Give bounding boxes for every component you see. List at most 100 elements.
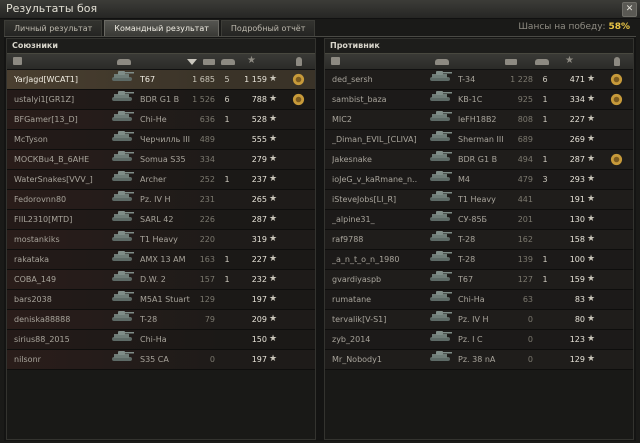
player-name: BFGamer[13_D] [14, 115, 78, 124]
damage-value: 162 [517, 235, 533, 244]
vehicle-column-icon[interactable] [117, 59, 131, 65]
vehicle-name: Chi-Ha [458, 295, 485, 304]
xp-value: 197 [251, 355, 267, 364]
xp-star-icon: ★ [587, 134, 596, 144]
medal-icon[interactable] [610, 73, 623, 86]
xp-value: 232 [251, 275, 267, 284]
vehicle-icon [110, 70, 134, 82]
xp-value: 191 [569, 195, 585, 204]
vehicle-icon [110, 230, 134, 242]
player-row[interactable]: gvardiyaspb T67 127 1 159 ★ [325, 270, 633, 290]
xp-value: 265 [251, 195, 267, 204]
player-row[interactable]: ioJeG_v_kaRmane_n.. M4 479 3 293 ★ [325, 170, 633, 190]
player-row[interactable]: sambist_baza KB-1C 925 1 334 ★ [325, 90, 633, 110]
kills-column-icon[interactable] [221, 59, 235, 65]
vehicle-name: Pz. IV H [458, 315, 489, 324]
tab-detailed-report[interactable]: Подробный отчёт [220, 20, 316, 36]
player-row[interactable]: iSteveJobs[LI_R] T1 Heavy 441 191 ★ [325, 190, 633, 210]
vehicle-name: T67 [458, 275, 474, 284]
player-row[interactable]: mostankiks T1 Heavy 220 319 ★ [7, 230, 315, 250]
player-row[interactable]: zyb_2014 Pz. I C 0 123 ★ [325, 330, 633, 350]
vehicle-name: T1 Heavy [458, 195, 496, 204]
kills-column-icon[interactable] [535, 59, 549, 65]
damage-column-icon[interactable] [505, 59, 517, 65]
medal-column-icon[interactable] [296, 57, 302, 66]
player-row[interactable]: COBA_149 D.W. 2 157 1 232 ★ [7, 270, 315, 290]
damage-value: 63 [522, 295, 533, 304]
vehicle-icon [110, 310, 134, 322]
xp-value: 80 [574, 315, 585, 324]
vehicle-name: AMX 13 AM [140, 255, 186, 264]
xp-column-star-icon[interactable]: ★ [565, 55, 574, 66]
window-title: Результаты боя [6, 2, 98, 15]
vehicle-icon [428, 150, 452, 162]
player-name: tervalik[V-S1] [332, 315, 387, 324]
enemies-column-header: ★ [325, 53, 633, 70]
vehicle-icon [428, 230, 452, 242]
player-row[interactable]: Mr_Nobody1 Pz. 38 nA 0 129 ★ [325, 350, 633, 370]
player-row[interactable]: MIC2 leFH18B2 808 1 227 ★ [325, 110, 633, 130]
player-row[interactable]: _a_n_t_o_n_1980 T-28 139 1 100 ★ [325, 250, 633, 270]
damage-column-icon[interactable] [203, 59, 215, 65]
vehicle-icon [428, 130, 452, 142]
vehicle-name: T-28 [140, 315, 158, 324]
damage-value: 0 [527, 355, 533, 364]
player-row[interactable]: ustalyi1[GR1Z] BDR G1 B 1 526 6 788 ★ [7, 90, 315, 110]
xp-star-icon: ★ [587, 154, 596, 164]
vehicle-icon [110, 290, 134, 302]
kills-value: 1 [224, 275, 230, 284]
medal-icon[interactable] [610, 93, 623, 106]
medal-icon[interactable] [292, 73, 305, 86]
player-row[interactable]: Jakesnake BDR G1 B 494 1 287 ★ [325, 150, 633, 170]
player-row[interactable]: rumatane Chi-Ha 63 83 ★ [325, 290, 633, 310]
player-row[interactable]: _Diman_EVIL_[CLIVA] Sherman III 689 269 ★ [325, 130, 633, 150]
vehicle-column-icon[interactable] [435, 59, 449, 65]
player-row[interactable]: Fedorovnn80 Pz. IV H 231 265 ★ [7, 190, 315, 210]
player-name: mostankiks [14, 235, 60, 244]
player-row[interactable]: bars2038 M5A1 Stuart 129 197 ★ [7, 290, 315, 310]
xp-star-icon: ★ [587, 274, 596, 284]
xp-star-icon: ★ [587, 74, 596, 84]
medal-column-icon[interactable] [614, 57, 620, 66]
xp-value: 293 [569, 175, 585, 184]
player-row[interactable]: tervalik[V-S1] Pz. IV H 0 80 ★ [325, 310, 633, 330]
xp-value: 83 [574, 295, 585, 304]
player-row[interactable]: _alpine31_ СУ-85Б 201 130 ★ [325, 210, 633, 230]
player-name: WaterSnakes[VVV_] [14, 175, 93, 184]
vehicle-name: SARL 42 [140, 215, 174, 224]
platoon-column-icon[interactable] [13, 57, 22, 65]
vehicle-name: Somua S35 [140, 155, 186, 164]
vehicle-icon [428, 270, 452, 282]
sort-indicator-icon[interactable] [187, 59, 197, 65]
damage-value: 1 526 [192, 95, 215, 104]
xp-star-icon: ★ [587, 314, 596, 324]
xp-column-star-icon[interactable]: ★ [247, 55, 256, 66]
xp-value: 123 [569, 335, 585, 344]
close-button[interactable]: ✕ [622, 2, 637, 17]
player-row[interactable]: raf9788 T-28 162 158 ★ [325, 230, 633, 250]
kills-value: 1 [224, 255, 230, 264]
player-row-self[interactable]: YarJagd[WCAT1] T67 1 685 5 1 159 ★ [7, 70, 315, 90]
medal-icon[interactable] [610, 153, 623, 166]
player-name: YarJagd[WCAT1] [14, 75, 78, 84]
player-row[interactable]: rakataka AMX 13 AM 163 1 227 ★ [7, 250, 315, 270]
player-row[interactable]: BFGamer[13_D] Chi-He 636 1 528 ★ [7, 110, 315, 130]
medal-icon[interactable] [292, 93, 305, 106]
player-row[interactable]: МОСКВu4_В_6АНЕ Somua S35 334 279 ★ [7, 150, 315, 170]
vehicle-name: Pz. 38 nA [458, 355, 496, 364]
xp-value: 237 [251, 175, 267, 184]
player-row[interactable]: WaterSnakes[VVV_] Archer 252 1 237 ★ [7, 170, 315, 190]
player-row[interactable]: nilsonr S35 CA 0 197 ★ [7, 350, 315, 370]
player-row[interactable]: FIIL2310[MTD] SARL 42 226 287 ★ [7, 210, 315, 230]
player-row[interactable]: sirius88_2015 Chi-Ha 150 ★ [7, 330, 315, 350]
player-row[interactable]: deniska88888 T-28 79 209 ★ [7, 310, 315, 330]
tab-team-result[interactable]: Командный результат [104, 20, 219, 36]
vehicle-icon [428, 170, 452, 182]
player-row[interactable]: ded_sersh T-34 1 228 6 471 ★ [325, 70, 633, 90]
player-row[interactable]: McTyson Черчилль III 489 555 ★ [7, 130, 315, 150]
platoon-column-icon[interactable] [331, 57, 340, 65]
xp-star-icon: ★ [587, 234, 596, 244]
xp-star-icon: ★ [269, 354, 278, 364]
kills-value: 1 [224, 175, 230, 184]
tab-personal-result[interactable]: Личный результат [4, 20, 103, 36]
